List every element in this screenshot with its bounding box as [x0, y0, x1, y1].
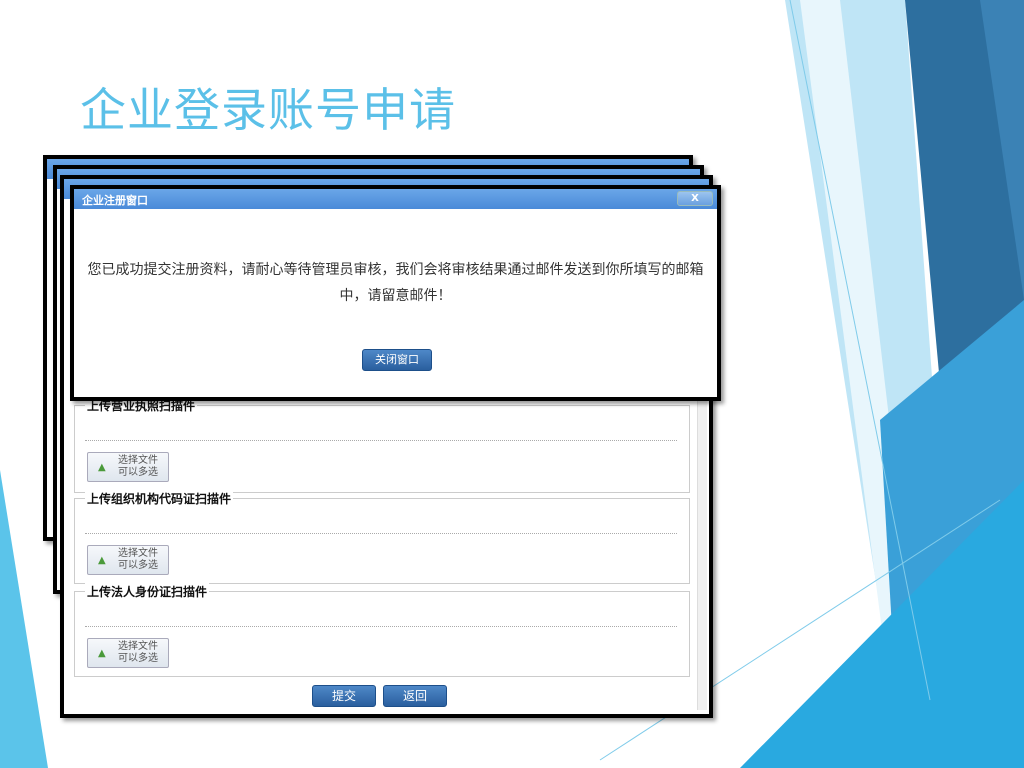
choose-file-button[interactable]: ▲ 选择文件 可以多选	[87, 638, 169, 668]
section-legend: 上传法人身份证扫描件	[85, 583, 210, 600]
upload-arrow-icon: ▲	[98, 555, 106, 566]
upload-arrow-icon: ▲	[98, 462, 106, 473]
submit-button[interactable]: 提交	[312, 685, 376, 707]
upload-section-business-license: 上传营业执照扫描件 ▲ 选择文件 可以多选	[74, 397, 690, 493]
upload-section-org-code: 上传组织机构代码证扫描件 ▲ 选择文件 可以多选	[74, 490, 690, 584]
back-button[interactable]: 返回	[383, 685, 447, 707]
upload-arrow-icon: ▲	[98, 648, 106, 659]
dialog-title: 企业注册窗口	[82, 194, 148, 207]
slide-title: 企业登录账号申请	[80, 83, 456, 137]
registration-dialog: 企业注册窗口 X 您已成功提交注册资料，请耐心等待管理员审核，我们会将审核结果通…	[70, 185, 721, 401]
choose-file-button[interactable]: ▲ 选择文件 可以多选	[87, 545, 169, 575]
close-icon[interactable]: X	[677, 191, 713, 206]
section-legend: 上传组织机构代码证扫描件	[85, 490, 234, 507]
upload-section-legal-id: 上传法人身份证扫描件 ▲ 选择文件 可以多选	[74, 583, 690, 677]
success-message: 您已成功提交注册资料，请耐心等待管理员审核，我们会将审核结果通过邮件发送到你所填…	[87, 262, 704, 304]
choose-file-button[interactable]: ▲ 选择文件 可以多选	[87, 452, 169, 482]
close-window-button[interactable]: 关闭窗口	[362, 349, 432, 371]
